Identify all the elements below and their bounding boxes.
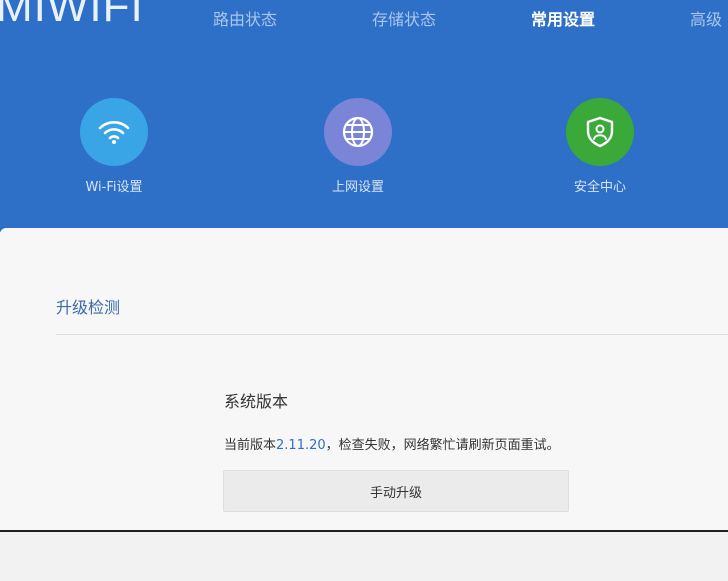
manual-upgrade-button[interactable]: 手动升级	[223, 470, 569, 512]
wifi-icon	[80, 98, 148, 166]
upgrade-panel: 升级检测 系统版本 当前版本2.11.20，检查失败，网络繁忙请刷新页面重试。 …	[0, 228, 728, 530]
header-bar: MIWIFI 路由状态 存储状态 常用设置 高级 Wi-Fi设置 上网设置 安全…	[0, 0, 728, 232]
internet-settings-button[interactable]: 上网设置	[288, 98, 428, 198]
nav-storage-status[interactable]: 存储状态	[372, 6, 436, 30]
internet-settings-label: 上网设置	[331, 180, 384, 195]
security-center-button[interactable]: 安全中心	[530, 98, 670, 198]
panel-title: 升级检测	[56, 298, 121, 317]
version-status-message: ，检查失败，网络繁忙请刷新页面重试。	[325, 438, 560, 453]
system-version-heading: 系统版本	[224, 392, 289, 411]
globe-icon	[324, 98, 392, 166]
nav-advanced[interactable]: 高级	[690, 6, 722, 30]
wifi-settings-label: Wi-Fi设置	[85, 180, 143, 195]
top-nav: 路由状态 存储状态 常用设置 高级	[0, 0, 728, 40]
security-center-label: 安全中心	[573, 180, 626, 195]
nav-router-status[interactable]: 路由状态	[213, 6, 277, 30]
bottom-area	[0, 532, 728, 581]
divider	[56, 334, 728, 335]
wifi-settings-button[interactable]: Wi-Fi设置	[44, 98, 184, 198]
version-number: 2.11.20	[276, 438, 326, 453]
nav-common-settings[interactable]: 常用设置	[531, 6, 595, 30]
version-prefix: 当前版本	[224, 438, 277, 453]
shield-icon	[566, 98, 634, 166]
version-status-text: 当前版本2.11.20，检查失败，网络繁忙请刷新页面重试。	[224, 434, 560, 453]
